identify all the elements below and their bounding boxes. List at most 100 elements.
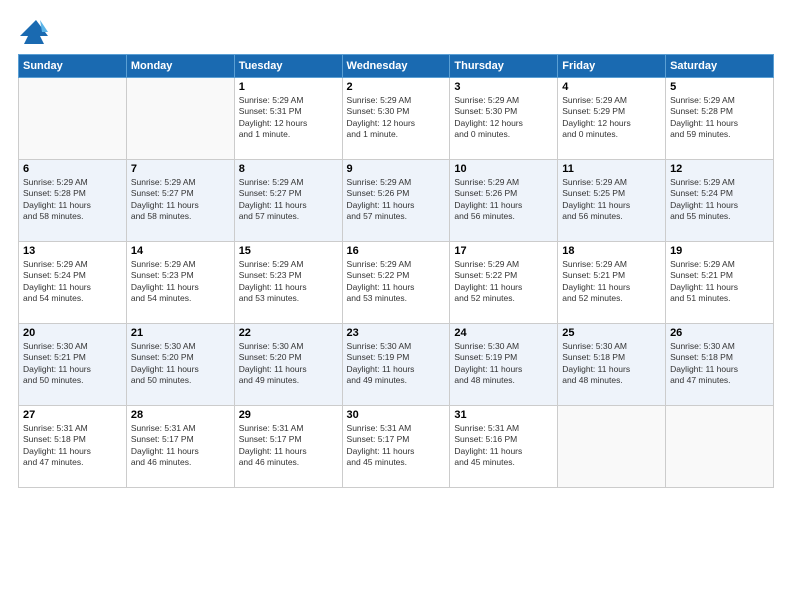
calendar-cell: 13 Sunrise: 5:29 AMSunset: 5:24 PMDayligh… [19,242,127,324]
calendar-cell: 10 Sunrise: 5:29 AMSunset: 5:26 PMDayligh… [450,160,558,242]
weekday-header-saturday: Saturday [666,55,774,78]
day-number: 22 [239,327,338,339]
cell-info: Sunrise: 5:29 AMSunset: 5:24 PMDaylight:… [670,177,769,223]
day-number: 17 [454,245,553,257]
cell-info: Sunrise: 5:29 AMSunset: 5:28 PMDaylight:… [23,177,122,223]
calendar-cell: 9 Sunrise: 5:29 AMSunset: 5:26 PMDaylight… [342,160,450,242]
day-number: 9 [347,163,446,175]
day-number: 6 [23,163,122,175]
calendar-week-3: 13 Sunrise: 5:29 AMSunset: 5:24 PMDayligh… [19,242,774,324]
calendar-cell: 7 Sunrise: 5:29 AMSunset: 5:27 PMDaylight… [126,160,234,242]
calendar-cell: 30 Sunrise: 5:31 AMSunset: 5:17 PMDayligh… [342,406,450,488]
calendar-table: SundayMondayTuesdayWednesdayThursdayFrid… [18,54,774,488]
cell-info: Sunrise: 5:29 AMSunset: 5:24 PMDaylight:… [23,259,122,305]
day-number: 13 [23,245,122,257]
day-number: 14 [131,245,230,257]
weekday-header-monday: Monday [126,55,234,78]
calendar-cell: 3 Sunrise: 5:29 AMSunset: 5:30 PMDaylight… [450,78,558,160]
day-number: 29 [239,409,338,421]
day-number: 31 [454,409,553,421]
day-number: 25 [562,327,661,339]
day-number: 4 [562,81,661,93]
calendar-cell: 6 Sunrise: 5:29 AMSunset: 5:28 PMDaylight… [19,160,127,242]
day-number: 23 [347,327,446,339]
calendar-week-5: 27Sunrise: 5:31 AMSunset: 5:18 PMDayligh… [19,406,774,488]
calendar-cell: 14 Sunrise: 5:29 AMSunset: 5:23 PMDayligh… [126,242,234,324]
calendar-cell: 18Sunrise: 5:29 AMSunset: 5:21 PMDayligh… [558,242,666,324]
day-number: 10 [454,163,553,175]
day-number: 1 [239,81,338,93]
calendar-cell [19,78,127,160]
day-number: 21 [131,327,230,339]
calendar-week-1: 1 Sunrise: 5:29 AMSunset: 5:31 PMDaylight… [19,78,774,160]
calendar-cell: 15Sunrise: 5:29 AMSunset: 5:23 PMDayligh… [234,242,342,324]
calendar-cell: 11 Sunrise: 5:29 AMSunset: 5:25 PMDayligh… [558,160,666,242]
day-number: 16 [347,245,446,257]
calendar-cell: 2Sunrise: 5:29 AMSunset: 5:30 PMDaylight… [342,78,450,160]
weekday-header-wednesday: Wednesday [342,55,450,78]
cell-info: Sunrise: 5:29 AMSunset: 5:26 PMDaylight:… [454,177,553,223]
calendar-cell: 8Sunrise: 5:29 AMSunset: 5:27 PMDaylight… [234,160,342,242]
weekday-header-sunday: Sunday [19,55,127,78]
calendar-cell: 12 Sunrise: 5:29 AMSunset: 5:24 PMDayligh… [666,160,774,242]
cell-info: Sunrise: 5:29 AMSunset: 5:23 PMDaylight:… [239,259,338,305]
calendar-cell: 5Sunrise: 5:29 AMSunset: 5:28 PMDaylight… [666,78,774,160]
calendar-cell: 25 Sunrise: 5:30 AMSunset: 5:18 PMDayligh… [558,324,666,406]
cell-info: Sunrise: 5:29 AMSunset: 5:21 PMDaylight:… [670,259,769,305]
day-number: 30 [347,409,446,421]
day-number: 28 [131,409,230,421]
calendar-cell [126,78,234,160]
calendar-cell: 1 Sunrise: 5:29 AMSunset: 5:31 PMDaylight… [234,78,342,160]
cell-info: Sunrise: 5:31 AMSunset: 5:17 PMDaylight:… [347,423,446,469]
calendar-cell [666,406,774,488]
cell-info: Sunrise: 5:29 AMSunset: 5:31 PMDaylight:… [239,95,338,141]
cell-info: Sunrise: 5:30 AMSunset: 5:19 PMDaylight:… [347,341,446,387]
weekday-header-tuesday: Tuesday [234,55,342,78]
calendar-cell: 22Sunrise: 5:30 AMSunset: 5:20 PMDayligh… [234,324,342,406]
day-number: 24 [454,327,553,339]
cell-info: Sunrise: 5:29 AMSunset: 5:22 PMDaylight:… [454,259,553,305]
day-number: 19 [670,245,769,257]
day-number: 11 [562,163,661,175]
calendar-cell: 16Sunrise: 5:29 AMSunset: 5:22 PMDayligh… [342,242,450,324]
cell-info: Sunrise: 5:31 AMSunset: 5:18 PMDaylight:… [23,423,122,469]
logo-icon [18,18,50,46]
day-number: 5 [670,81,769,93]
day-number: 2 [347,81,446,93]
calendar-week-4: 20 Sunrise: 5:30 AMSunset: 5:21 PMDayligh… [19,324,774,406]
calendar-cell: 4 Sunrise: 5:29 AMSunset: 5:29 PMDaylight… [558,78,666,160]
calendar-cell: 19 Sunrise: 5:29 AMSunset: 5:21 PMDayligh… [666,242,774,324]
cell-info: Sunrise: 5:29 AMSunset: 5:30 PMDaylight:… [454,95,553,141]
calendar-cell: 31 Sunrise: 5:31 AMSunset: 5:16 PMDayligh… [450,406,558,488]
day-number: 20 [23,327,122,339]
day-number: 8 [239,163,338,175]
cell-info: Sunrise: 5:30 AMSunset: 5:19 PMDaylight:… [454,341,553,387]
day-number: 7 [131,163,230,175]
cell-info: Sunrise: 5:31 AMSunset: 5:17 PMDaylight:… [239,423,338,469]
cell-info: Sunrise: 5:30 AMSunset: 5:18 PMDaylight:… [562,341,661,387]
cell-info: Sunrise: 5:29 AMSunset: 5:27 PMDaylight:… [131,177,230,223]
cell-info: Sunrise: 5:30 AMSunset: 5:20 PMDaylight:… [131,341,230,387]
calendar-cell: 17 Sunrise: 5:29 AMSunset: 5:22 PMDayligh… [450,242,558,324]
logo [18,18,54,46]
cell-info: Sunrise: 5:31 AMSunset: 5:16 PMDaylight:… [454,423,553,469]
cell-info: Sunrise: 5:29 AMSunset: 5:26 PMDaylight:… [347,177,446,223]
weekday-header-row: SundayMondayTuesdayWednesdayThursdayFrid… [19,55,774,78]
day-number: 12 [670,163,769,175]
page: SundayMondayTuesdayWednesdayThursdayFrid… [0,0,792,612]
cell-info: Sunrise: 5:29 AMSunset: 5:23 PMDaylight:… [131,259,230,305]
cell-info: Sunrise: 5:29 AMSunset: 5:25 PMDaylight:… [562,177,661,223]
calendar-cell: 21 Sunrise: 5:30 AMSunset: 5:20 PMDayligh… [126,324,234,406]
weekday-header-friday: Friday [558,55,666,78]
cell-info: Sunrise: 5:29 AMSunset: 5:29 PMDaylight:… [562,95,661,141]
calendar-week-2: 6 Sunrise: 5:29 AMSunset: 5:28 PMDaylight… [19,160,774,242]
day-number: 3 [454,81,553,93]
calendar-cell: 28 Sunrise: 5:31 AMSunset: 5:17 PMDayligh… [126,406,234,488]
calendar-cell: 20 Sunrise: 5:30 AMSunset: 5:21 PMDayligh… [19,324,127,406]
calendar-cell: 23 Sunrise: 5:30 AMSunset: 5:19 PMDayligh… [342,324,450,406]
cell-info: Sunrise: 5:30 AMSunset: 5:21 PMDaylight:… [23,341,122,387]
calendar-cell: 24 Sunrise: 5:30 AMSunset: 5:19 PMDayligh… [450,324,558,406]
day-number: 18 [562,245,661,257]
calendar-cell [558,406,666,488]
cell-info: Sunrise: 5:31 AMSunset: 5:17 PMDaylight:… [131,423,230,469]
